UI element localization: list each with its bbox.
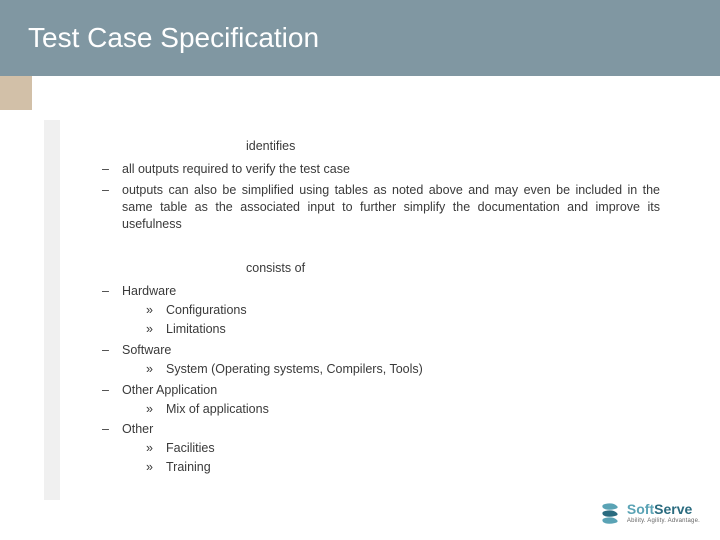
logo-name-part2: Serve: [654, 501, 692, 517]
logo-text: SoftServe Ability. Agility. Advantage.: [627, 502, 700, 524]
logo-mark-icon: [597, 500, 623, 526]
section-label-consists: consists of: [96, 260, 660, 277]
side-accent-bar: [44, 120, 60, 500]
list-item: Software System (Operating systems, Comp…: [96, 342, 660, 378]
sub-list: Configurations Limitations: [122, 302, 660, 338]
sub-item: Limitations: [122, 321, 660, 338]
list-item: outputs can also be simplified using tab…: [96, 182, 660, 233]
logo-name: SoftServe: [627, 502, 700, 516]
company-logo: SoftServe Ability. Agility. Advantage.: [597, 500, 700, 526]
sub-item: Mix of applications: [122, 401, 660, 418]
accent-block: [0, 76, 32, 110]
list-item: Other Facilities Training: [96, 421, 660, 476]
list-item: all outputs required to verify the test …: [96, 161, 660, 178]
sub-item: System (Operating systems, Compilers, To…: [122, 361, 660, 378]
slide-content: identifies all outputs required to verif…: [96, 138, 660, 480]
list-item: Hardware Configurations Limitations: [96, 283, 660, 338]
consists-list: Hardware Configurations Limitations Soft…: [96, 283, 660, 476]
logo-tagline: Ability. Agility. Advantage.: [627, 518, 700, 524]
slide-title: Test Case Specification: [28, 22, 319, 54]
sub-item: Training: [122, 459, 660, 476]
group-label: Hardware: [122, 284, 176, 298]
identifies-list: all outputs required to verify the test …: [96, 161, 660, 233]
slide-header: Test Case Specification: [0, 0, 720, 76]
sub-list: Facilities Training: [122, 440, 660, 476]
group-label: Other: [122, 422, 153, 436]
sub-item: Configurations: [122, 302, 660, 319]
logo-name-part1: Soft: [627, 501, 654, 517]
group-label: Other Application: [122, 383, 217, 397]
group-label: Software: [122, 343, 171, 357]
sub-list: Mix of applications: [122, 401, 660, 418]
sub-list: System (Operating systems, Compilers, To…: [122, 361, 660, 378]
list-item: Other Application Mix of applications: [96, 382, 660, 418]
section-label-identifies: identifies: [96, 138, 660, 155]
sub-item: Facilities: [122, 440, 660, 457]
